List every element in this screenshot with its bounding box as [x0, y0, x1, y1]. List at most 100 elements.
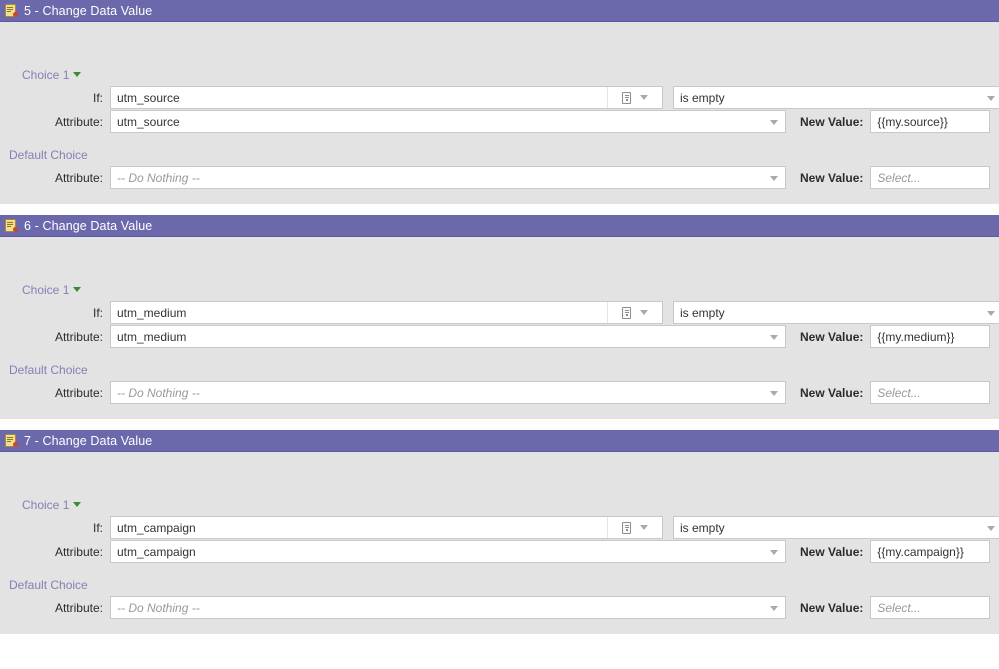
- change-data-value-icon: [5, 434, 18, 447]
- condition-select[interactable]: is empty: [673, 86, 999, 109]
- attribute-select[interactable]: utm_source: [110, 110, 786, 133]
- attribute-value: utm_source: [117, 114, 180, 129]
- step-body-6: Choice 1 If: utm_medium is empty Attribu…: [0, 237, 999, 419]
- if-input-token-controls: [607, 517, 662, 538]
- default-choice-text: Default Choice: [9, 578, 88, 592]
- default-attribute-value: -- Do Nothing --: [117, 600, 200, 615]
- default-new-value-text: Select...: [877, 600, 921, 615]
- choice-toggle[interactable]: Choice 1: [0, 64, 999, 86]
- default-new-value-input[interactable]: Select...: [870, 381, 991, 404]
- default-choice-label: Default Choice: [0, 359, 999, 381]
- step-title: 6 - Change Data Value: [24, 218, 153, 233]
- step-body-5: Choice 1 If: utm_source is empty Attribu…: [0, 22, 999, 204]
- step-divider: [0, 204, 999, 215]
- default-attribute-row: Attribute: -- Do Nothing -- New Value: S…: [0, 596, 999, 619]
- attribute-select[interactable]: utm_medium: [110, 325, 786, 348]
- step-body-7: Choice 1 If: utm_campaign is empty Attri…: [0, 452, 999, 634]
- default-attribute-select[interactable]: -- Do Nothing --: [110, 166, 786, 189]
- condition-value: is empty: [680, 520, 725, 535]
- caret-down-icon: [73, 287, 82, 292]
- chevron-down-icon: [987, 311, 995, 316]
- if-input[interactable]: utm_campaign: [110, 516, 663, 539]
- chevron-down-icon[interactable]: [640, 525, 648, 530]
- attribute-label: Attribute:: [54, 329, 103, 344]
- new-value-input[interactable]: {{my.source}}: [870, 110, 991, 133]
- default-attribute-value: -- Do Nothing --: [117, 385, 200, 400]
- if-label: If:: [92, 305, 103, 320]
- if-input-token-controls: [607, 87, 662, 108]
- attribute-value: utm_campaign: [117, 544, 196, 559]
- change-data-value-icon: [5, 219, 18, 232]
- step-divider: [0, 419, 999, 430]
- default-attribute-select[interactable]: -- Do Nothing --: [110, 596, 786, 619]
- chevron-down-icon: [770, 391, 778, 396]
- default-new-value-text: Select...: [877, 385, 921, 400]
- attribute-label: Attribute:: [54, 544, 103, 559]
- chevron-down-icon[interactable]: [640, 95, 648, 100]
- condition-select[interactable]: is empty: [673, 516, 999, 539]
- step-header-7[interactable]: 7 - Change Data Value: [0, 430, 999, 452]
- default-new-value-label: New Value:: [800, 600, 864, 615]
- default-attribute-row: Attribute: -- Do Nothing -- New Value: S…: [0, 381, 999, 404]
- choice-toggle[interactable]: Choice 1: [0, 494, 999, 516]
- step-header-5[interactable]: 5 - Change Data Value: [0, 0, 999, 22]
- default-attribute-value: -- Do Nothing --: [117, 170, 200, 185]
- if-input-token-controls: [607, 302, 662, 323]
- book-icon[interactable]: [622, 521, 631, 534]
- attribute-row: Attribute: utm_source New Value: {{my.so…: [0, 110, 999, 133]
- if-label: If:: [92, 90, 103, 105]
- default-choice-label: Default Choice: [0, 144, 999, 166]
- chevron-down-icon: [770, 335, 778, 340]
- choice-label: Choice 1: [22, 68, 70, 82]
- step-title: 5 - Change Data Value: [24, 3, 153, 18]
- book-icon[interactable]: [622, 91, 631, 104]
- new-value-text: {{my.medium}}: [877, 329, 955, 344]
- default-attribute-label: Attribute:: [54, 600, 103, 615]
- choice-label: Choice 1: [22, 498, 70, 512]
- default-attribute-row: Attribute: -- Do Nothing -- New Value: S…: [0, 166, 999, 189]
- default-attribute-label: Attribute:: [54, 385, 103, 400]
- default-new-value-label: New Value:: [800, 385, 864, 400]
- default-new-value-label: New Value:: [800, 170, 864, 185]
- chevron-down-icon: [770, 606, 778, 611]
- change-data-value-icon: [5, 4, 18, 17]
- condition-select[interactable]: is empty: [673, 301, 999, 324]
- attribute-value: utm_medium: [117, 329, 187, 344]
- default-choice-text: Default Choice: [9, 148, 88, 162]
- default-choice-label: Default Choice: [0, 574, 999, 596]
- caret-down-icon: [73, 502, 82, 507]
- if-input-value: utm_campaign: [117, 520, 196, 535]
- condition-value: is empty: [680, 90, 725, 105]
- steps-list: 5 - Change Data Value Choice 1 If: utm_s…: [0, 0, 999, 669]
- step-header-6[interactable]: 6 - Change Data Value: [0, 215, 999, 237]
- attribute-select[interactable]: utm_campaign: [110, 540, 786, 563]
- if-input-value: utm_medium: [117, 305, 187, 320]
- new-value-input[interactable]: {{my.campaign}}: [870, 540, 991, 563]
- caret-down-icon: [73, 72, 82, 77]
- chevron-down-icon: [987, 526, 995, 531]
- step-card-6: 6 - Change Data Value Choice 1 If: utm_m…: [0, 215, 999, 419]
- default-new-value-input[interactable]: Select...: [870, 596, 991, 619]
- if-label: If:: [92, 520, 103, 535]
- attribute-row: Attribute: utm_medium New Value: {{my.me…: [0, 325, 999, 348]
- choice-label: Choice 1: [22, 283, 70, 297]
- chevron-down-icon: [987, 96, 995, 101]
- if-input[interactable]: utm_source: [110, 86, 663, 109]
- default-new-value-input[interactable]: Select...: [870, 166, 991, 189]
- chevron-down-icon[interactable]: [640, 310, 648, 315]
- step-card-7: 7 - Change Data Value Choice 1 If: utm_c…: [0, 430, 999, 634]
- default-attribute-select[interactable]: -- Do Nothing --: [110, 381, 786, 404]
- attribute-row: Attribute: utm_campaign New Value: {{my.…: [0, 540, 999, 563]
- new-value-label: New Value:: [800, 114, 864, 129]
- new-value-label: New Value:: [800, 544, 864, 559]
- condition-value: is empty: [680, 305, 725, 320]
- new-value-input[interactable]: {{my.medium}}: [870, 325, 991, 348]
- if-row: If: utm_medium is empty: [0, 301, 999, 324]
- default-new-value-text: Select...: [877, 170, 921, 185]
- if-input[interactable]: utm_medium: [110, 301, 663, 324]
- default-choice-text: Default Choice: [9, 363, 88, 377]
- choice-toggle[interactable]: Choice 1: [0, 279, 999, 301]
- attribute-label: Attribute:: [54, 114, 103, 129]
- book-icon[interactable]: [622, 306, 631, 319]
- new-value-text: {{my.campaign}}: [877, 544, 964, 559]
